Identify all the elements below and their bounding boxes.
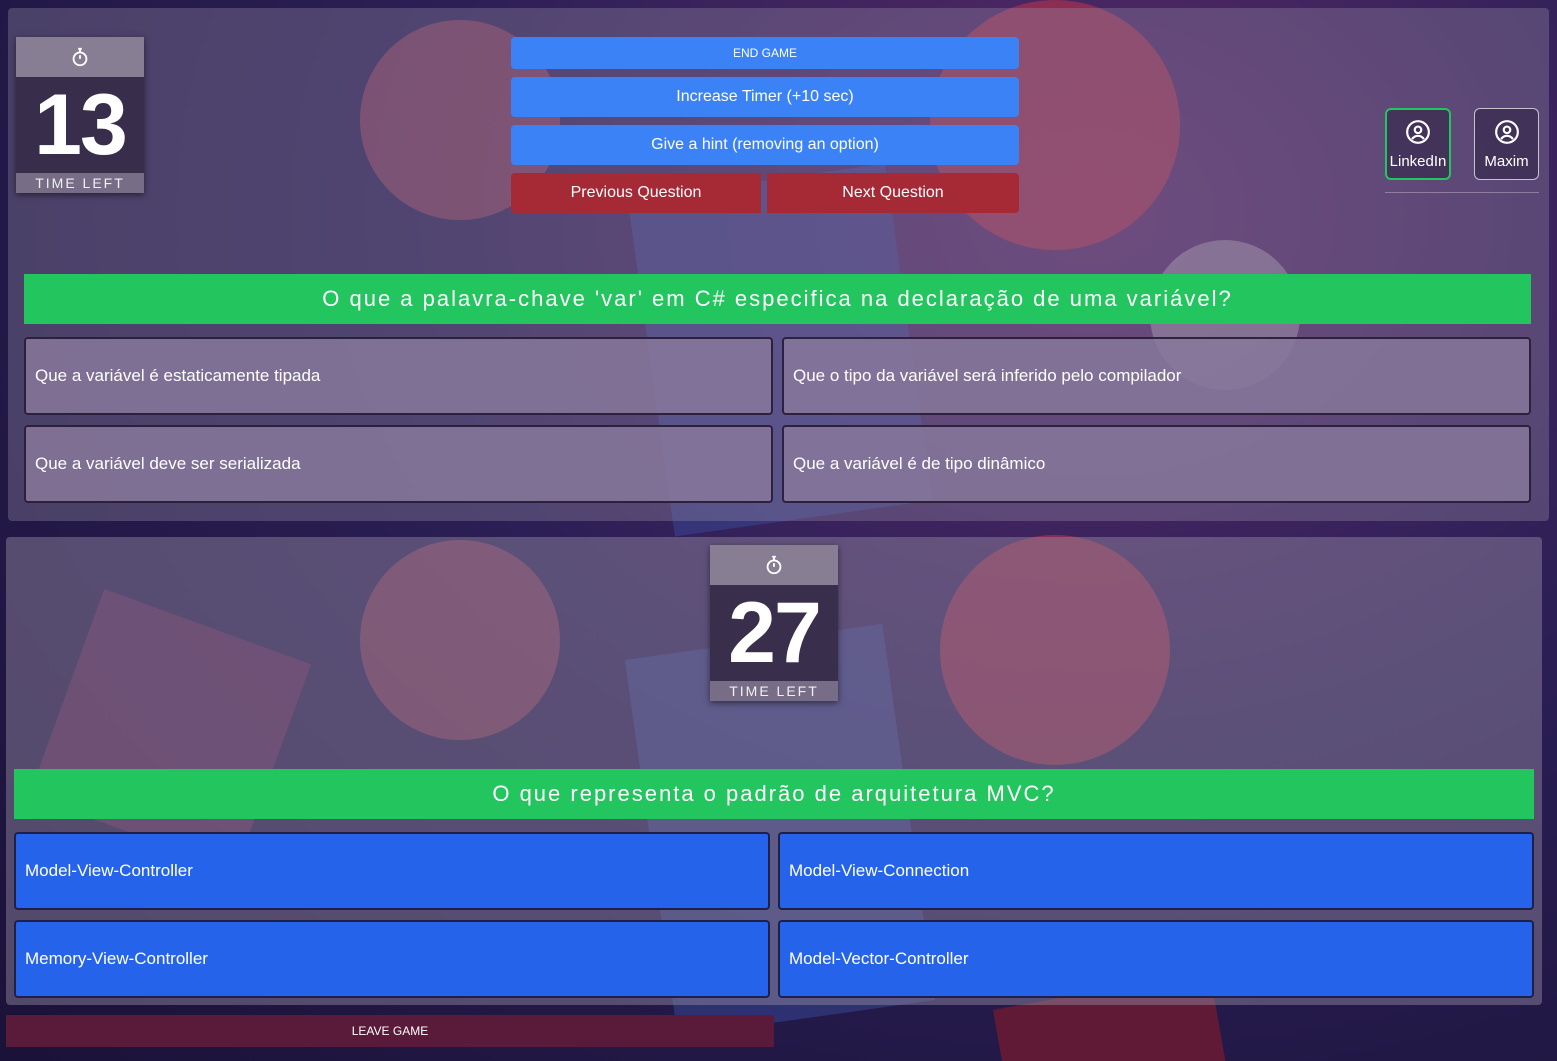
previous-question-button[interactable]: Previous Question [511,173,761,213]
question-text-top: O que a palavra-chave 'var' em C# especi… [24,274,1531,324]
user-circle-icon [1494,119,1520,149]
answer-option[interactable]: Que o tipo da variável será inferido pel… [782,337,1531,415]
answer-option[interactable]: Model-Vector-Controller [778,920,1534,998]
timer-value: 27 [710,585,838,681]
answer-option[interactable]: Que a variável é estaticamente tipada [24,337,773,415]
timer-bottom: 27 TIME LEFT [710,545,838,701]
timer-label: TIME LEFT [710,681,838,701]
linkedin-button[interactable]: LinkedIn [1385,108,1451,180]
timer-value: 13 [16,77,144,173]
stopwatch-icon [710,545,838,585]
hint-button[interactable]: Give a hint (removing an option) [511,125,1019,165]
answer-option[interactable]: Memory-View-Controller [14,920,770,998]
answer-option[interactable]: Que a variável deve ser serializada [24,425,773,503]
increase-timer-button[interactable]: Increase Timer (+10 sec) [511,77,1019,117]
stopwatch-icon [16,37,144,77]
maxim-label: Maxim [1484,152,1529,170]
timer-label: TIME LEFT [16,173,144,193]
next-question-button[interactable]: Next Question [767,173,1019,213]
answer-option[interactable]: Que a variável é de tipo dinâmico [782,425,1531,503]
end-game-button[interactable]: END GAME [511,37,1019,69]
answer-option[interactable]: Model-View-Controller [14,832,770,910]
timer-top: 13 TIME LEFT [16,37,144,193]
user-circle-icon [1405,119,1431,149]
question-text-bottom: O que representa o padrão de arquitetura… [14,769,1534,819]
maxim-button[interactable]: Maxim [1474,108,1539,180]
linkedin-label: LinkedIn [1389,152,1447,170]
answer-option[interactable]: Model-View-Connection [778,832,1534,910]
divider [1385,192,1539,193]
leave-game-button[interactable]: LEAVE GAME [6,1015,774,1047]
